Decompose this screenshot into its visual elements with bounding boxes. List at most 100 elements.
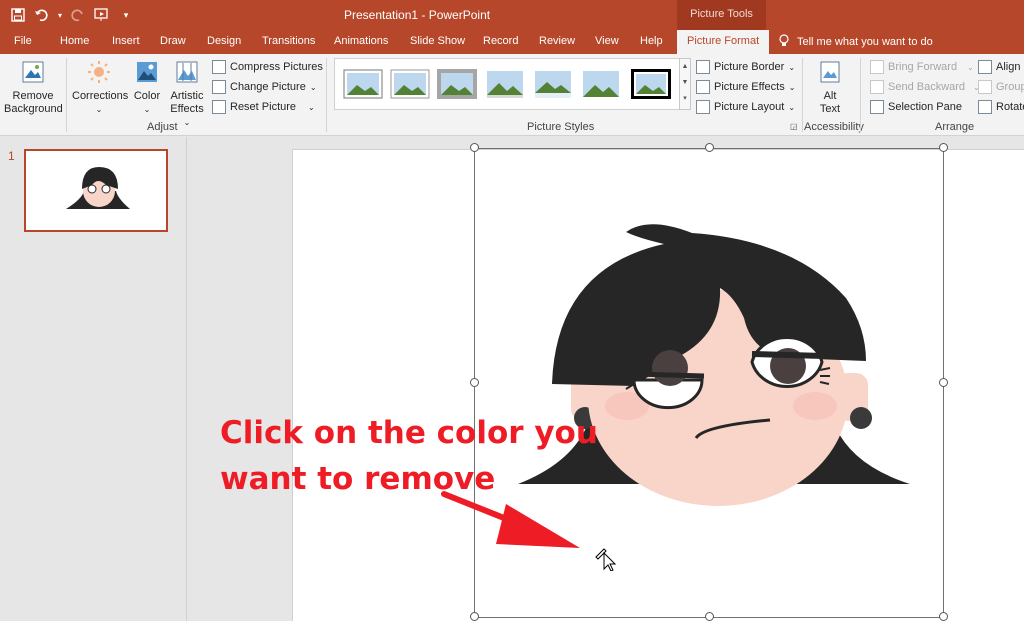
callout-line-1: Click on the color you: [220, 415, 598, 451]
chevron-down-icon: ⌄: [967, 62, 974, 72]
picture-style-2[interactable]: [390, 69, 430, 99]
separator: [66, 58, 67, 132]
tab-record[interactable]: Record: [483, 35, 518, 47]
resize-handle-bottom[interactable]: [705, 612, 714, 621]
gallery-scroll[interactable]: ▲ ▼ ▾: [679, 58, 691, 110]
color-label: Color: [133, 90, 161, 102]
resize-handle-top-right[interactable]: [939, 143, 948, 152]
chevron-down-icon: ⌄: [308, 102, 315, 112]
chevron-down-icon: ⌄: [788, 102, 796, 112]
rotate-button[interactable]: Rotate: [978, 100, 1024, 114]
alt-text-label-2: Text: [819, 103, 841, 115]
dialog-launcher-icon[interactable]: ◲: [790, 122, 798, 131]
tell-me-search[interactable]: Tell me what you want to do: [779, 34, 933, 48]
sun-icon: [88, 61, 110, 83]
ribbon-picture-format: Remove Background Corrections ⌄ Color ⌄ …: [0, 54, 1024, 136]
resize-handle-top[interactable]: [705, 143, 714, 152]
change-picture-label: Change Picture: [230, 81, 306, 93]
tab-picture-format[interactable]: Picture Format: [677, 30, 770, 54]
red-arrow-icon: [441, 491, 580, 548]
reset-picture-button[interactable]: Reset Picture ⌄: [212, 100, 315, 114]
picture-effects-button[interactable]: Picture Effects ⌄: [696, 80, 795, 94]
tab-home[interactable]: Home: [60, 35, 89, 47]
alt-text-label-1: Alt: [823, 90, 837, 102]
picture-border-label: Picture Border: [714, 61, 785, 73]
tab-draw[interactable]: Draw: [160, 35, 186, 47]
tab-insert[interactable]: Insert: [112, 35, 140, 47]
quick-access-toolbar: ▾ ▾: [8, 5, 136, 25]
change-picture-button[interactable]: Change Picture ⌄: [212, 80, 317, 94]
remove-background-icon: [22, 61, 44, 83]
start-from-beginning-icon[interactable]: [92, 5, 112, 25]
slide-thumbnail[interactable]: [24, 149, 168, 232]
slide-thumbnail-picture: [66, 167, 130, 209]
tab-file[interactable]: File: [14, 35, 32, 47]
chevron-down-icon: ⌄: [95, 105, 103, 114]
rotate-label: Rotate: [996, 101, 1024, 113]
change-picture-icon: [212, 80, 226, 94]
corrections-button[interactable]: Corrections ⌄: [72, 60, 129, 116]
resize-handle-bottom-right[interactable]: [939, 612, 948, 621]
remove-bg-label-1: Remove: [12, 90, 54, 102]
customize-qat-icon[interactable]: ▾: [116, 5, 136, 25]
resize-handle-left[interactable]: [470, 378, 479, 387]
tab-animations[interactable]: Animations: [334, 35, 388, 47]
selection-pane-button[interactable]: Selection Pane: [870, 100, 962, 114]
picture-styles-gallery: [334, 58, 690, 110]
tab-design[interactable]: Design: [207, 35, 241, 47]
compress-pictures-button[interactable]: Compress Pictures: [212, 60, 323, 74]
save-icon[interactable]: [8, 5, 28, 25]
picture-style-1[interactable]: [343, 69, 383, 99]
tab-help[interactable]: Help: [640, 35, 663, 47]
group-icon: [978, 80, 992, 94]
align-icon: [978, 60, 992, 74]
slides-pane: 1: [0, 137, 187, 621]
picture-style-7[interactable]: [631, 69, 671, 99]
undo-icon[interactable]: [32, 5, 52, 25]
picture-layout-icon: [696, 100, 710, 114]
separator: [802, 58, 803, 132]
group-label-picture-styles: Picture Styles: [527, 121, 595, 133]
tab-view[interactable]: View: [595, 35, 619, 47]
resize-handle-top-left[interactable]: [470, 143, 479, 152]
align-label: Align: [996, 61, 1021, 73]
group-label-accessibility: Accessibility: [804, 121, 864, 133]
send-backward-icon: [870, 80, 884, 94]
more-icon[interactable]: ▾: [680, 91, 690, 107]
picture-style-5[interactable]: [533, 69, 573, 99]
picture-border-icon: [696, 60, 710, 74]
chevron-down-icon: ⌄: [309, 82, 317, 92]
corrections-label: Corrections: [72, 90, 129, 102]
tab-transitions[interactable]: Transitions: [262, 35, 315, 47]
align-button[interactable]: Align: [978, 60, 1020, 74]
picture-style-4[interactable]: [485, 69, 525, 99]
artistic-label-1: Artistic: [170, 90, 204, 102]
tab-review[interactable]: Review: [539, 35, 575, 47]
selection-pane-icon: [870, 100, 884, 114]
group-label-arrange: Arrange: [935, 121, 975, 133]
remove-background-button[interactable]: Remove Background: [4, 60, 63, 116]
alt-text-button[interactable]: Alt Text: [812, 60, 848, 116]
chevron-up-icon[interactable]: ▲: [680, 59, 690, 75]
rotate-icon: [978, 100, 992, 114]
chevron-down-icon: ⌄: [143, 105, 151, 114]
color-icon: [137, 62, 157, 82]
selection-pane-label: Selection Pane: [888, 101, 962, 113]
color-button[interactable]: Color ⌄: [130, 60, 164, 116]
picture-tools-header: Picture Tools: [677, 0, 766, 30]
artistic-label-2: Effects: [170, 103, 204, 115]
chevron-down-icon[interactable]: ▼: [680, 75, 690, 91]
undo-dropdown-icon[interactable]: ▾: [56, 5, 64, 25]
resize-handle-right[interactable]: [939, 378, 948, 387]
compress-label: Compress Pictures: [230, 61, 323, 73]
send-backward-label: Send Backward: [888, 81, 966, 93]
picture-border-button[interactable]: Picture Border ⌄: [696, 60, 795, 74]
slide-number: 1: [8, 149, 15, 163]
artistic-effects-button[interactable]: Artistic Effects ⌄: [166, 60, 208, 129]
picture-style-6[interactable]: [581, 69, 621, 99]
resize-handle-bottom-left[interactable]: [470, 612, 479, 621]
picture-layout-button[interactable]: Picture Layout ⌄: [696, 100, 795, 114]
reset-picture-icon: [212, 100, 226, 114]
picture-style-3[interactable]: [437, 69, 477, 99]
tab-slide-show[interactable]: Slide Show: [410, 35, 465, 47]
